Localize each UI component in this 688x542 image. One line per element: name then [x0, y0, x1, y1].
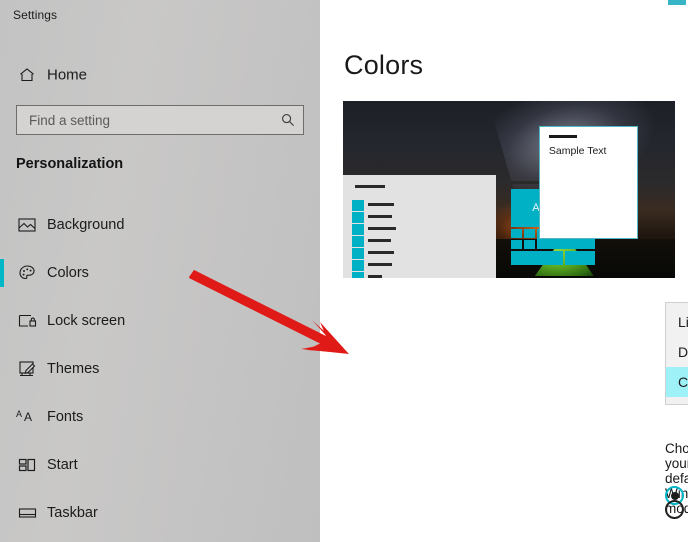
home-icon — [16, 64, 38, 86]
search-input[interactable] — [17, 106, 273, 134]
preview-title-line — [355, 185, 385, 189]
color-mode-dropdown[interactable]: Light Dark Custom — [665, 302, 688, 405]
preview-list-square — [352, 212, 364, 224]
page-title: Colors — [344, 50, 424, 80]
sidebar-item-lock-screen[interactable]: Lock screen — [0, 301, 320, 341]
image-icon — [16, 214, 38, 236]
preview-list-square — [352, 236, 364, 248]
dropdown-option-custom[interactable]: Custom — [666, 367, 688, 397]
preview-sample-window: Sample Text — [538, 125, 639, 240]
sidebar-item-taskbar[interactable]: Taskbar — [0, 493, 320, 533]
lock-screen-icon — [16, 310, 38, 332]
main-content: Colors Sample Text Li D C Cho you defa W… — [320, 0, 688, 542]
sidebar-item-label-colors: Colors — [47, 265, 89, 281]
preview-list-square — [352, 260, 364, 272]
sidebar-item-label-start: Start — [47, 457, 78, 473]
preview-list-line — [368, 263, 392, 267]
preview-list-square — [352, 200, 364, 212]
sidebar-item-label-fonts: Fonts — [47, 409, 84, 425]
theme-preview: Aa Sample Text — [343, 101, 675, 278]
fonts-aa-icon: A A — [16, 406, 38, 428]
preview-tile — [511, 250, 563, 265]
sidebar-item-label-taskbar: Taskbar — [47, 505, 98, 521]
sidebar-item-label-themes: Themes — [47, 361, 100, 377]
accent-strip — [668, 0, 686, 5]
preview-list-square — [352, 224, 364, 236]
preview-list-square — [352, 248, 364, 260]
preview-list-line — [368, 203, 394, 207]
preview-list-line — [368, 215, 392, 219]
sidebar-item-background[interactable]: Background — [0, 205, 320, 245]
preview-sample-text: Sample Text — [548, 144, 607, 157]
taskbar-icon — [16, 502, 38, 524]
svg-text:A: A — [24, 410, 32, 424]
preview-list-line — [368, 275, 382, 278]
start-tiles-icon — [16, 454, 38, 476]
preview-tile — [524, 228, 535, 238]
settings-window: Settings Home Personalization — [0, 0, 688, 542]
svg-text:A: A — [16, 409, 22, 419]
search-icon[interactable] — [273, 106, 303, 134]
sidebar-item-home[interactable]: Home — [0, 55, 320, 95]
selected-indicator — [0, 259, 4, 287]
sidebar-item-themes[interactable]: Themes — [0, 349, 320, 389]
search-box[interactable] — [16, 105, 304, 135]
preview-tile — [524, 239, 535, 249]
dropdown-option-label: Custom — [678, 374, 688, 390]
sidebar-section-title: Personalization — [16, 156, 124, 172]
start-menu-preview — [343, 175, 496, 278]
radio-option-dark[interactable]: Dark — [665, 500, 688, 519]
preview-tile — [511, 239, 522, 249]
dropdown-option-light[interactable]: Light — [666, 307, 688, 337]
sidebar-item-fonts[interactable]: A A Fonts — [0, 397, 320, 437]
preview-tile — [565, 250, 595, 265]
sidebar: Settings Home Personalization — [0, 0, 320, 542]
app-title: Settings — [13, 8, 58, 22]
preview-list-line — [368, 251, 394, 255]
sidebar-item-start[interactable]: Start — [0, 445, 320, 485]
sidebar-item-label-lock-screen: Lock screen — [47, 313, 126, 329]
preview-sample-title-line — [548, 134, 577, 138]
palette-icon — [16, 262, 38, 284]
title-bar: Settings — [0, 0, 320, 30]
preview-tile — [511, 228, 522, 238]
preview-list-line — [368, 227, 396, 231]
dropdown-option-label: Dark — [678, 344, 688, 360]
dropdown-option-label: Light — [678, 314, 688, 330]
sidebar-item-colors[interactable]: Colors — [0, 253, 320, 293]
sidebar-item-label-background: Background — [47, 217, 125, 233]
radio-button-dark[interactable] — [665, 500, 684, 519]
preview-list-square — [352, 272, 364, 278]
sidebar-item-label-home: Home — [47, 66, 88, 84]
preview-list-line — [368, 239, 391, 243]
dropdown-option-dark[interactable]: Dark — [666, 337, 688, 367]
themes-brush-icon — [16, 358, 38, 380]
